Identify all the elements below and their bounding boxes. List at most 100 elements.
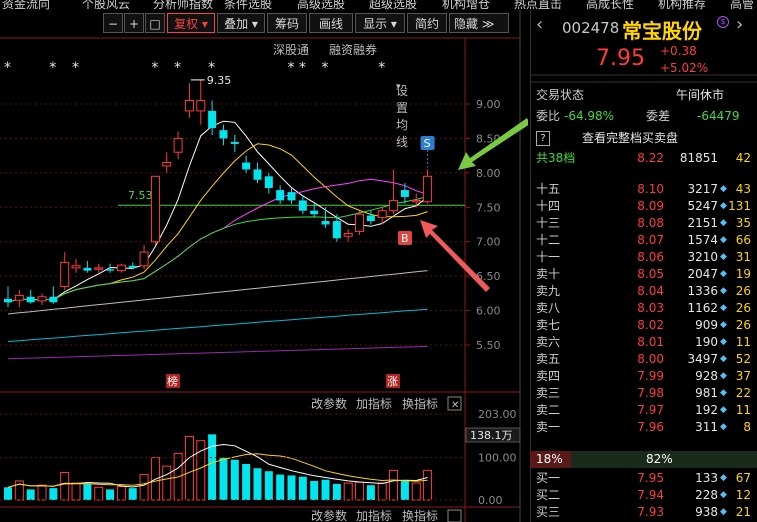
star-marker-icon: * [151,60,158,76]
bid-row[interactable]: 买一 7.95 133 ◆ 67 [530,470,757,487]
ma10-line [7,143,428,303]
ask-row[interactable]: 十四 8.09 5247 ◆ 131 [530,198,757,215]
bid-price: 7.93 [637,505,664,519]
volume-bar [310,480,319,500]
nav-item[interactable]: 分析师指数 [153,0,213,10]
kline-chart[interactable]: 9.008.508.007.507.006.506.005.507.539.35… [0,0,528,522]
nav-item[interactable]: 高级选股 [297,0,345,10]
nav-item[interactable]: 机构增仓 [442,0,490,10]
bid-row[interactable]: 买三 7.93 938 ◆ 21 [530,504,757,521]
close-icon[interactable]: ✕ [451,400,459,411]
switch-indicator-link[interactable]: 换指标 [402,396,438,411]
candle-body [49,296,58,303]
full-book-link[interactable]: 查看完整档买卖盘 [582,130,678,147]
nav-item[interactable]: 热点直击 [514,0,562,10]
ask-row[interactable]: 卖四 7.99 928 ◆ 37 [530,368,757,385]
margin-trading-link[interactable]: 融资融券 [329,41,377,58]
nav-item[interactable]: 高成长性 [586,0,634,10]
ask-level-label: 十五 [536,182,561,196]
volume-bar [355,481,365,501]
ask-level-label: 卖八 [536,301,561,315]
volume-bar [389,469,399,501]
nav-item[interactable]: 资金流向 [2,0,50,10]
trade-status-value: 午间休市 [676,88,725,102]
volume-bar [162,465,172,501]
alert-icon[interactable]: $ [717,16,729,28]
total-levels-count: 42 [735,151,751,165]
candle-body [71,265,81,269]
bid-volume: 228 [695,488,718,502]
candle-body [343,232,353,237]
ask-price: 8.09 [637,199,664,213]
star-marker-icon: * [288,60,295,76]
nav-item[interactable]: 高管 [730,0,754,10]
buy-ratio: 18% [536,452,563,466]
total-levels-volume: 81851 [679,151,718,165]
zoom-out-button[interactable]: − [103,13,123,33]
total-levels-row: 共38档 8.22 81851 42 [530,150,757,167]
ask-volume: 909 [695,318,718,332]
top-nav: 资金流向 个股风云 分析师指数 条件选股 高级选股 超级选股 机构增仓 热点直击… [0,0,757,10]
ask-row[interactable]: 十五 8.10 3217 ◆ 43 [530,181,757,198]
green-arrow-annotation [458,118,528,170]
change-params-link[interactable]: 改参数 [311,396,347,411]
yincang-button[interactable]: 隐藏 ≫ [449,13,509,33]
nav-right-arrow-icon[interactable]: › [736,14,743,35]
nav-item[interactable]: 条件选股 [224,0,272,10]
ask-price: 8.01 [637,335,664,349]
chevron-down-icon: ▾ [201,17,208,31]
diejia-dropdown[interactable]: 叠加 ▾ [217,13,265,33]
ma250-line [7,345,428,360]
huaxian-button[interactable]: 画线 [309,13,353,33]
nav-item[interactable]: 机构推荐 [658,0,706,10]
ask-row[interactable]: 十一 8.06 3210 ◆ 31 [530,249,757,266]
volume-current-tag: 138.1万 [470,429,513,442]
candle-body [26,296,35,303]
sell-signal-label: S [424,137,431,150]
shenzhen-connect-link[interactable]: 深股通 [273,41,309,58]
volume-bar [208,434,217,500]
xianshi-dropdown[interactable]: 显示 ▾ [355,13,405,33]
fuquan-dropdown[interactable]: 复权 ▾ [167,13,215,33]
ask-row[interactable]: 卖三 7.98 981 ◆ 22 [530,385,757,402]
nav-item[interactable]: 个股风云 [82,0,130,10]
ask-price: 8.00 [637,352,664,366]
ask-row[interactable]: 卖五 8.00 3497 ◆ 52 [530,351,757,368]
zoom-in-button[interactable]: + [124,13,144,33]
window-button[interactable]: □ [145,13,165,33]
candle-body [219,130,228,139]
candle-body [310,210,319,215]
bid-row[interactable]: 买二 7.94 228 ◆ 12 [530,487,757,504]
ask-row[interactable]: 卖八 8.03 1162 ◆ 26 [530,300,757,317]
switch-indicator-link: 换指标 [402,508,438,522]
ask-row[interactable]: 卖六 8.01 190 ◆ 11 [530,334,757,351]
nav-item[interactable]: 超级选股 [369,0,417,10]
ask-row[interactable]: 卖二 7.97 192 ◆ 11 [530,402,757,419]
nav-left-arrow-icon[interactable]: ‹ [536,14,543,35]
star-marker-icon: * [322,60,329,76]
ask-level-label: 十二 [536,233,561,247]
candle-body [253,169,262,180]
chevron-down-icon: ▾ [251,17,258,31]
full-book-row[interactable]: ? 查看完整档买卖盘 [530,130,757,147]
volume-bar [184,435,194,501]
ask-row[interactable]: 卖九 8.04 1336 ◆ 26 [530,283,757,300]
help-icon[interactable]: ? [536,131,550,146]
ask-volume: 311 [695,420,718,434]
ask-row[interactable]: 卖一 7.96 311 ◆ 8 [530,419,757,436]
ask-row[interactable]: 十二 8.07 1574 ◆ 66 [530,232,757,249]
volume-bar [276,474,285,500]
trade-status-row: 交易状态 午间休市 [530,87,757,104]
jianyue-button[interactable]: 简约 [407,13,447,33]
ask-row[interactable]: 十三 8.08 2151 ◆ 35 [530,215,757,232]
ask-row[interactable]: 卖七 8.02 909 ◆ 26 [530,317,757,334]
candle-body [4,298,12,303]
ask-volume: 190 [695,335,718,349]
ma60-line [7,270,428,315]
candle-body [196,100,206,112]
trade-status-label: 交易状态 [536,88,585,102]
chouma-button[interactable]: 筹码 [267,13,307,33]
ask-row[interactable]: 卖十 8.05 2047 ◆ 19 [530,266,757,283]
candle-body [83,267,92,271]
add-indicator-link[interactable]: 加指标 [356,396,392,411]
